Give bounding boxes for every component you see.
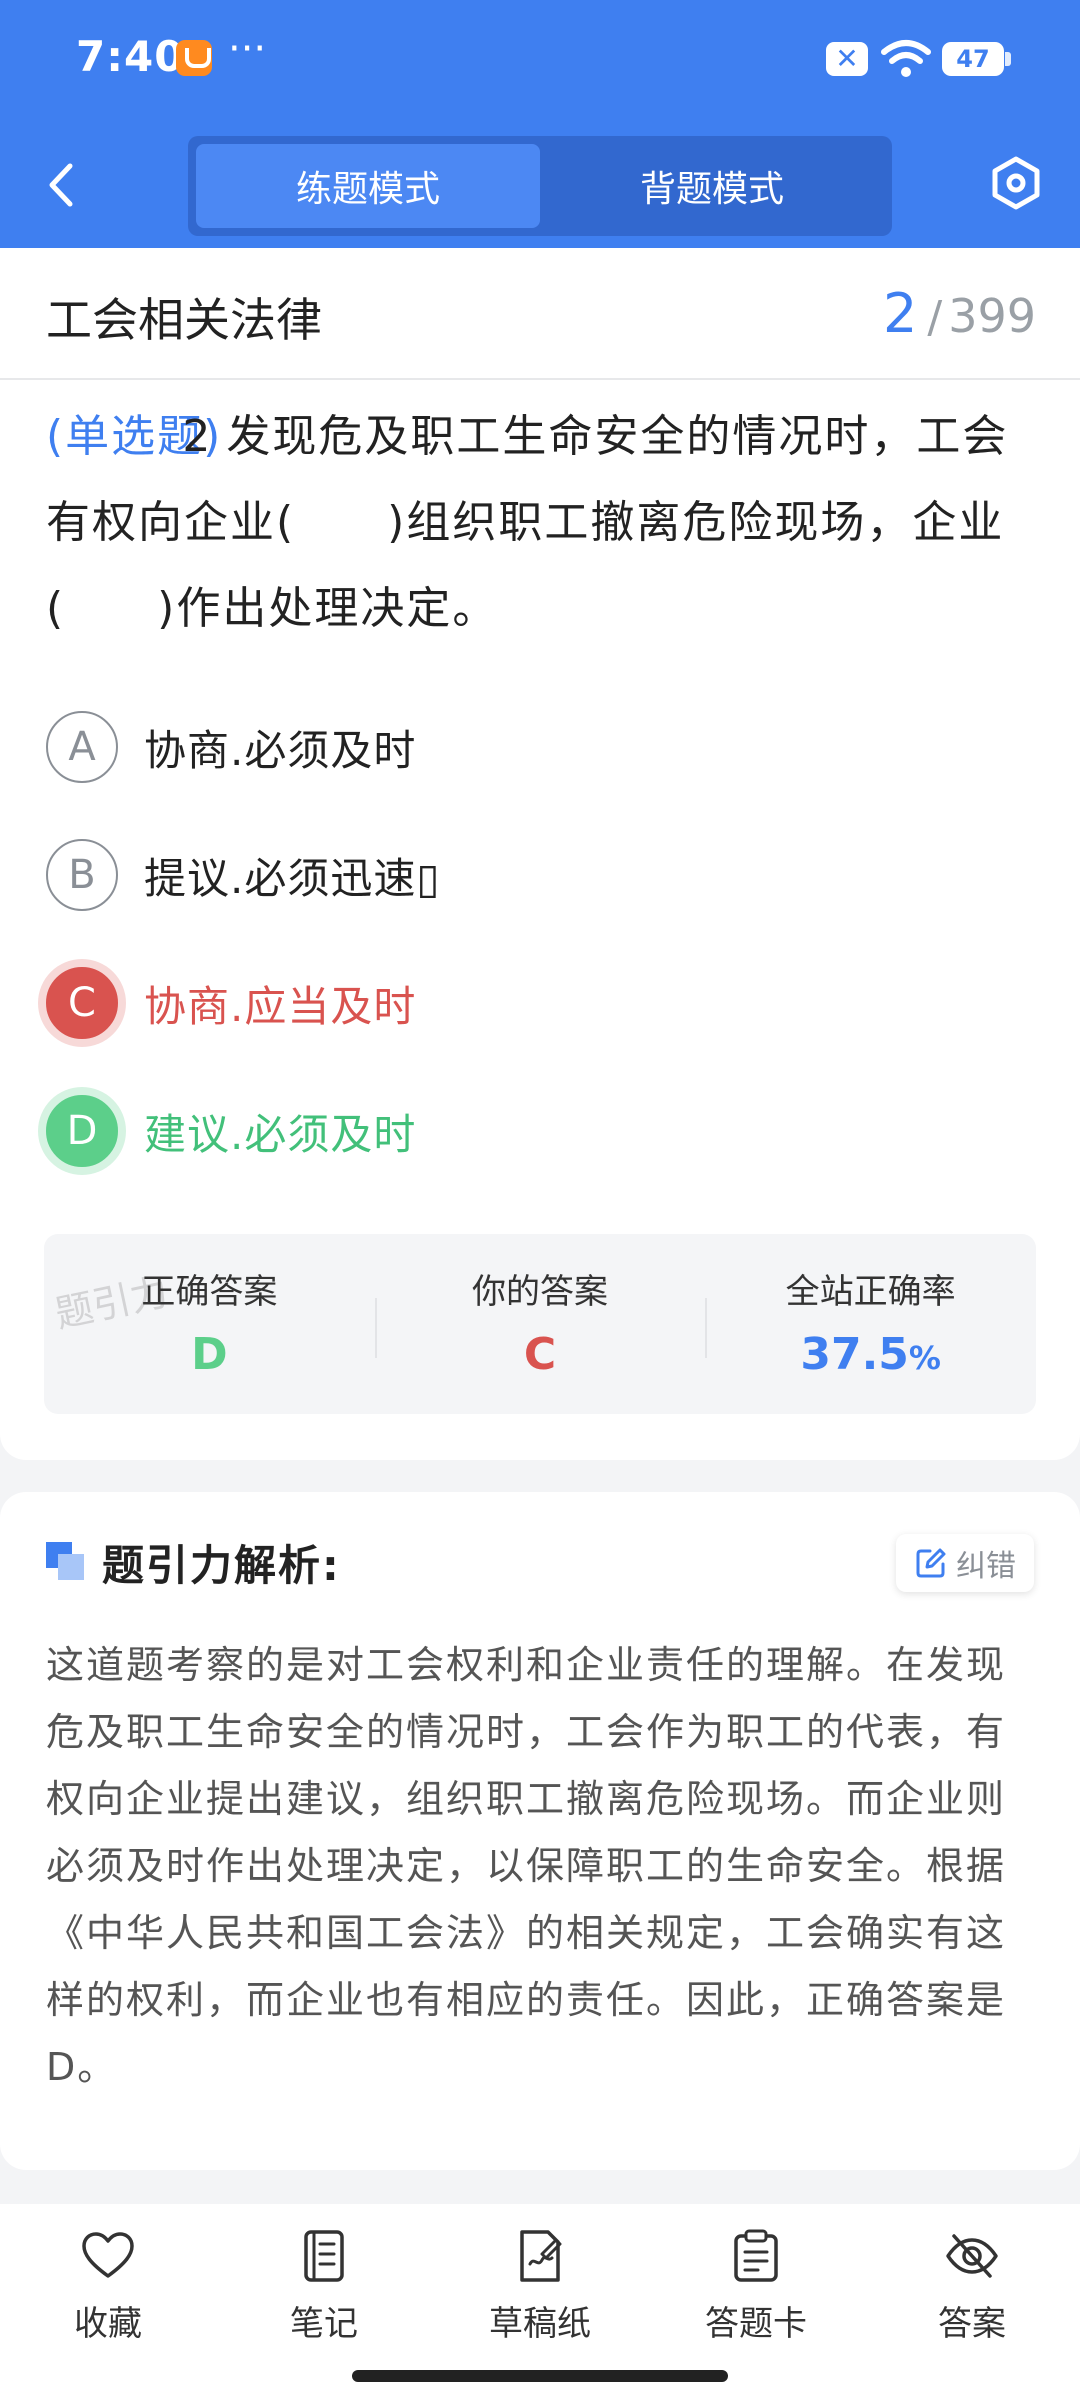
draft-paper-icon: [520, 2230, 562, 2282]
question-card: 工会相关法律 2 / 399 (单选题)2 发现危及职工生命安全的情况时，工会有权…: [0, 248, 1080, 1460]
wifi-icon: [881, 40, 931, 77]
status-time: 7:40: [76, 32, 185, 81]
question-counter[interactable]: 2 / 399: [883, 282, 1036, 345]
notebook-icon: [304, 2230, 344, 2282]
status-bar: 7:40 ··· ✕ 47: [0, 0, 1080, 118]
tab-practice-mode[interactable]: 练题模式: [196, 144, 540, 228]
favorite-label: 收藏: [74, 2304, 142, 2344]
option-letter: B: [46, 839, 118, 911]
analysis-squares-icon: [46, 1542, 86, 1582]
accuracy-unit: %: [908, 1339, 941, 1377]
settings-hexagon-icon[interactable]: [988, 155, 1044, 211]
x-icon: ✕: [826, 42, 868, 76]
eye-off-icon: [946, 2234, 998, 2278]
battery-icon: 47: [942, 42, 1011, 76]
back-chevron-icon[interactable]: [34, 150, 94, 220]
heart-icon: [82, 2232, 134, 2278]
option-text: 协商.必须及时: [144, 725, 417, 775]
analysis-title: 题引力解析:: [102, 1540, 341, 1590]
show-answer-label: 答案: [938, 2304, 1006, 2344]
mode-switch: 练题模式 背题模式: [188, 136, 892, 236]
option-a[interactable]: A 协商.必须及时: [46, 709, 416, 785]
notes-label: 笔记: [290, 2304, 358, 2344]
analysis-header: 题引力解析:: [46, 1532, 341, 1592]
option-text: 建议.必须及时: [144, 1109, 417, 1159]
counter-separator: /: [927, 292, 943, 343]
report-error-label: 纠错: [956, 1549, 1016, 1584]
correct-answer-label: 正确答案: [141, 1272, 278, 1312]
draft-paper-label: 草稿纸: [489, 2304, 591, 2344]
edit-icon: [916, 1548, 946, 1578]
option-letter: A: [46, 711, 118, 783]
accuracy-label: 全站正确率: [785, 1272, 956, 1312]
app-notification-icon: [176, 40, 212, 76]
correct-answer-column: 正确答案 D: [44, 1234, 375, 1414]
question-text: (单选题)2 发现危及职工生命安全的情况时，工会有权向企业( )组织职工撤离危险现…: [46, 394, 1036, 652]
more-notifications-icon: ···: [228, 26, 267, 72]
report-error-button[interactable]: 纠错: [896, 1534, 1034, 1592]
correct-answer-value: D: [191, 1329, 228, 1380]
answer-summary: 题引力 正确答案 D 你的答案 C 全站正确率 37.5%: [44, 1234, 1036, 1414]
category-title: 工会相关法律: [46, 293, 322, 347]
option-d[interactable]: D 建议.必须及时: [46, 1093, 416, 1169]
accuracy-number: 37.5: [800, 1329, 909, 1380]
analysis-card: 题引力解析: 纠错 这道题考察的是对工会权利和企业责任的理解。在发现危及职工生命…: [0, 1492, 1080, 2170]
show-answer-button[interactable]: 答案: [864, 2204, 1080, 2400]
question-number: 2: [182, 411, 213, 462]
home-indicator[interactable]: [352, 2370, 728, 2382]
current-question-number: 2: [883, 282, 918, 345]
category-row: 工会相关法律 2 / 399: [0, 248, 1080, 380]
tab-memorize-mode[interactable]: 背题模式: [540, 144, 884, 228]
answer-sheet-label: 答题卡: [705, 2304, 807, 2344]
top-header: 7:40 ··· ✕ 47 练题模式 背题模式: [0, 0, 1080, 248]
option-text: 协商.应当及时: [144, 981, 417, 1031]
analysis-body: 这道题考察的是对工会权利和企业责任的理解。在发现危及职工生命安全的情况时，工会作…: [46, 1643, 1007, 2089]
option-b[interactable]: B 提议.必须迅速▯: [46, 837, 440, 913]
your-answer-label: 你的答案: [472, 1272, 608, 1312]
favorite-button[interactable]: 收藏: [0, 2204, 216, 2400]
option-text: 提议.必须迅速▯: [144, 853, 441, 903]
option-c[interactable]: C 协商.应当及时: [46, 965, 416, 1041]
your-answer-column: 你的答案 C: [374, 1234, 706, 1414]
accuracy-value: 37.5%: [705, 1329, 1036, 1380]
option-letter: D: [46, 1095, 118, 1167]
total-question-count: 399: [948, 289, 1036, 343]
option-letter: C: [46, 967, 118, 1039]
your-answer-value: C: [523, 1329, 557, 1380]
clipboard-icon: [734, 2229, 778, 2282]
accuracy-column: 全站正确率 37.5%: [705, 1234, 1036, 1414]
